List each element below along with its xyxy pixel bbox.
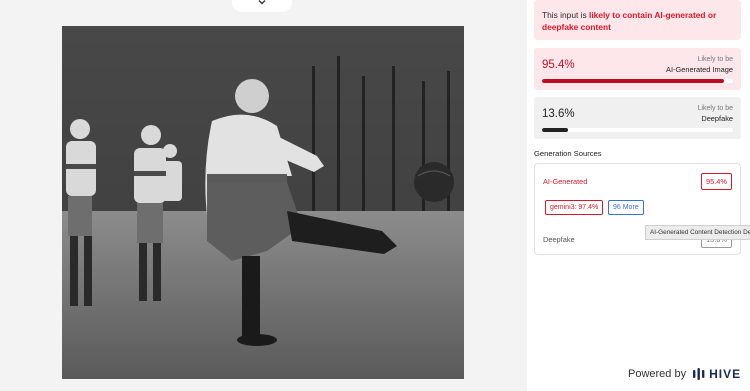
ai-generated-label-main: AI-Generated Image bbox=[666, 65, 733, 74]
collapse-toggle[interactable] bbox=[232, 0, 292, 12]
model-chip-gemini3[interactable]: gemini3: 97.4% bbox=[545, 200, 604, 215]
powered-by-footer[interactable]: Powered by HIVE bbox=[628, 367, 741, 381]
brand-name: HIVE bbox=[709, 367, 742, 381]
deepfake-progress-bar bbox=[542, 128, 733, 132]
ai-generated-score-card: 95.4% Likely to be AI-Generated Image bbox=[534, 48, 741, 90]
uploaded-photo bbox=[62, 26, 464, 379]
alert-prefix: This input is bbox=[542, 10, 590, 20]
source-ai-generated-name: AI-Generated bbox=[543, 177, 588, 186]
hive-logo-icon bbox=[692, 367, 706, 381]
ai-generated-progress-fill bbox=[542, 79, 725, 83]
tooltip: AI-Generated Content Detection Demo bbox=[645, 225, 750, 240]
deepfake-progress-fill bbox=[542, 128, 568, 132]
ai-generated-progress-bar bbox=[542, 79, 733, 83]
results-panel: This input is likely to contain AI-gener… bbox=[527, 0, 750, 391]
source-deepfake-name: Deepfake bbox=[543, 235, 575, 244]
generation-sources-title: Generation Sources bbox=[534, 149, 602, 158]
source-ai-generated-badge: 95.4% bbox=[701, 173, 732, 190]
deepfake-label-main: Deepfake bbox=[701, 114, 733, 123]
ai-generated-label-top: Likely to be bbox=[697, 56, 733, 63]
deepfake-score-card: 13.6% Likely to be Deepfake bbox=[534, 97, 741, 139]
image-viewer bbox=[0, 0, 527, 391]
deepfake-score-label: Likely to be Deepfake bbox=[698, 104, 733, 124]
powered-by-label: Powered by bbox=[628, 368, 687, 380]
deepfake-percent: 13.6% bbox=[542, 108, 575, 120]
more-models-button[interactable]: 96 More bbox=[608, 200, 644, 215]
deepfake-label-top: Likely to be bbox=[697, 105, 733, 112]
ai-generated-percent: 95.4% bbox=[542, 59, 575, 71]
generation-sources-card: AI-Generated 95.4% gemini3: 97.4% 96 Mor… bbox=[534, 163, 750, 255]
chevron-down-icon bbox=[257, 0, 267, 12]
detection-alert: This input is likely to contain AI-gener… bbox=[534, 0, 741, 40]
ai-generated-score-label: Likely to be AI-Generated Image bbox=[666, 55, 733, 75]
